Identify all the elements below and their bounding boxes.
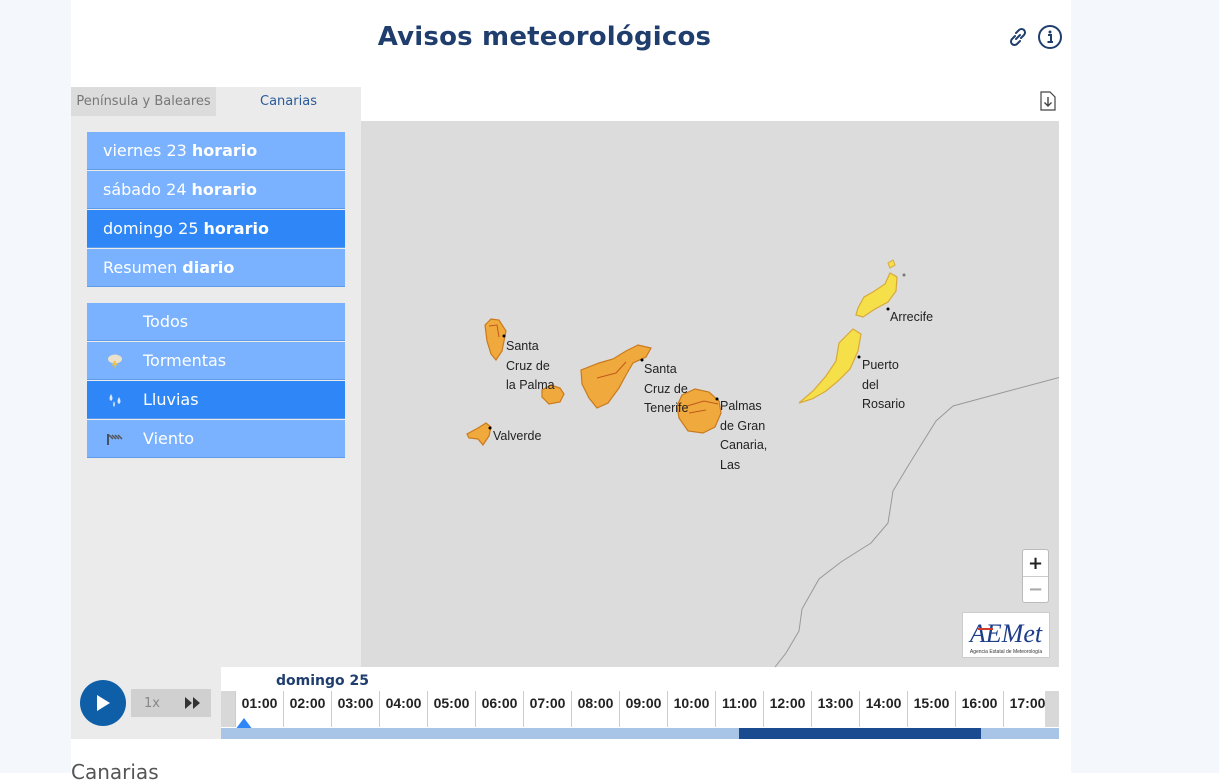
filter-label: Viento bbox=[143, 429, 194, 448]
filter-label: Todos bbox=[143, 312, 188, 331]
phenomenon-filters: Todos Tormentas Lluvias Viento bbox=[87, 303, 345, 459]
play-button[interactable] bbox=[80, 680, 126, 726]
map-canvas[interactable]: SantaCruz dela Palma Valverde SantaCruz … bbox=[361, 121, 1059, 667]
background-right bbox=[1071, 0, 1219, 773]
island-el-hierro bbox=[467, 423, 491, 445]
hour-item[interactable]: 10:00 bbox=[667, 691, 715, 727]
wind-icon bbox=[103, 429, 127, 449]
hour-item[interactable]: 04:00 bbox=[379, 691, 427, 727]
speed-control[interactable]: 1x bbox=[131, 689, 211, 717]
rain-icon bbox=[103, 390, 127, 410]
day-label: viernes 23 bbox=[103, 141, 187, 160]
hour-item[interactable]: 15:00 bbox=[907, 691, 955, 727]
filter-viento[interactable]: Viento bbox=[87, 420, 345, 458]
hour-item[interactable]: 07:00 bbox=[523, 691, 571, 727]
filter-todos[interactable]: Todos bbox=[87, 303, 345, 341]
zoom-out-button[interactable]: − bbox=[1023, 576, 1048, 602]
hour-item[interactable]: 16:00 bbox=[955, 691, 1003, 727]
day-button-domingo[interactable]: domingo 25 horario bbox=[87, 210, 345, 248]
day-mode: horario bbox=[192, 141, 257, 160]
hour-item[interactable]: 14:00 bbox=[859, 691, 907, 727]
hour-item[interactable]: 09:00 bbox=[619, 691, 667, 727]
day-selector: viernes 23 horario sábado 24 horario domin… bbox=[87, 132, 345, 288]
tab-canarias[interactable]: Canarias bbox=[216, 87, 361, 116]
hour-item[interactable]: 12:00 bbox=[763, 691, 811, 727]
filter-lluvias[interactable]: Lluvias bbox=[87, 381, 345, 419]
play-icon bbox=[94, 693, 112, 713]
scroll-left-button[interactable] bbox=[221, 691, 235, 727]
sidebar: Península y Baleares Canarias viernes 23… bbox=[71, 87, 361, 667]
hour-list: 01:00 02:00 03:00 04:00 05:00 06:00 07:0… bbox=[235, 691, 1051, 727]
city-label-santa-cruz-tenerife: SantaCruz deTenerife bbox=[644, 360, 688, 419]
section-title: Canarias bbox=[71, 760, 159, 784]
storm-icon bbox=[103, 351, 127, 371]
day-button-viernes[interactable]: viernes 23 horario bbox=[87, 132, 345, 170]
hours-scroller: domingo 25 01:00 02:00 03:00 04:00 05:00… bbox=[221, 667, 1059, 739]
day-mode: horario bbox=[192, 180, 257, 199]
svg-text:Agencia Estatal de Meteorologí: Agencia Estatal de Meteorología bbox=[970, 649, 1042, 655]
hour-item[interactable]: 06:00 bbox=[475, 691, 523, 727]
day-label: Resumen bbox=[103, 258, 177, 277]
day-mode: diario bbox=[182, 258, 234, 277]
region-tabs: Península y Baleares Canarias bbox=[71, 87, 361, 116]
map-toolbar bbox=[361, 87, 1059, 121]
link-icon[interactable] bbox=[1005, 24, 1031, 50]
background-left bbox=[0, 0, 71, 773]
island-tenerife bbox=[581, 345, 651, 408]
hour-item[interactable]: 08:00 bbox=[571, 691, 619, 727]
hour-item[interactable]: 17:00 bbox=[1003, 691, 1051, 727]
scroll-right-button[interactable] bbox=[1045, 691, 1059, 727]
day-mode: horario bbox=[204, 219, 269, 238]
city-label-valverde: Valverde bbox=[493, 427, 541, 447]
hour-item[interactable]: 02:00 bbox=[283, 691, 331, 727]
day-label: domingo 25 bbox=[103, 219, 199, 238]
day-button-resumen[interactable]: Resumen diario bbox=[87, 249, 345, 287]
svg-text:AEMet: AEMet bbox=[968, 619, 1043, 648]
download-icon[interactable] bbox=[1039, 91, 1057, 111]
timeline-date: domingo 25 bbox=[276, 673, 369, 689]
filter-label: Tormentas bbox=[143, 351, 226, 370]
city-label-puerto-del-rosario: PuertodelRosario bbox=[862, 356, 905, 415]
timeline-bar: 1x domingo 25 01:00 02:00 03:00 04:00 05… bbox=[71, 667, 1059, 739]
hour-item[interactable]: 13:00 bbox=[811, 691, 859, 727]
day-button-sabado[interactable]: sábado 24 horario bbox=[87, 171, 345, 209]
filter-tormentas[interactable]: Tormentas bbox=[87, 342, 345, 380]
filter-label: Lluvias bbox=[143, 390, 199, 409]
page-title: Avisos meteorológicos bbox=[0, 22, 1089, 52]
zoom-control: + − bbox=[1022, 549, 1049, 603]
day-label: sábado 24 bbox=[103, 180, 187, 199]
island-fuerteventura bbox=[799, 329, 861, 403]
info-icon[interactable] bbox=[1037, 24, 1063, 50]
tab-peninsula[interactable]: Península y Baleares bbox=[71, 87, 216, 116]
zoom-in-button[interactable]: + bbox=[1023, 550, 1048, 576]
timeline-scroll-thumb[interactable] bbox=[739, 728, 981, 739]
hour-item[interactable]: 05:00 bbox=[427, 691, 475, 727]
city-label-santa-cruz-la-palma: SantaCruz dela Palma bbox=[506, 337, 555, 396]
aemet-logo: AEMet Agencia Estatal de Meteorología bbox=[962, 612, 1050, 658]
island-la-graciosa bbox=[888, 260, 895, 268]
fast-forward-icon bbox=[184, 696, 202, 710]
header-icons bbox=[1005, 24, 1063, 50]
city-label-las-palmas: Palmasde GranCanaria,Las bbox=[720, 397, 767, 475]
speed-label: 1x bbox=[144, 696, 184, 711]
hour-item[interactable]: 11:00 bbox=[715, 691, 763, 727]
hour-item[interactable]: 03:00 bbox=[331, 691, 379, 727]
city-label-arrecife: Arrecife bbox=[890, 308, 933, 328]
timeline-scrollbar[interactable] bbox=[221, 728, 1059, 739]
islands-map bbox=[361, 121, 1059, 667]
warnings-app: Península y Baleares Canarias viernes 23… bbox=[71, 87, 1059, 739]
